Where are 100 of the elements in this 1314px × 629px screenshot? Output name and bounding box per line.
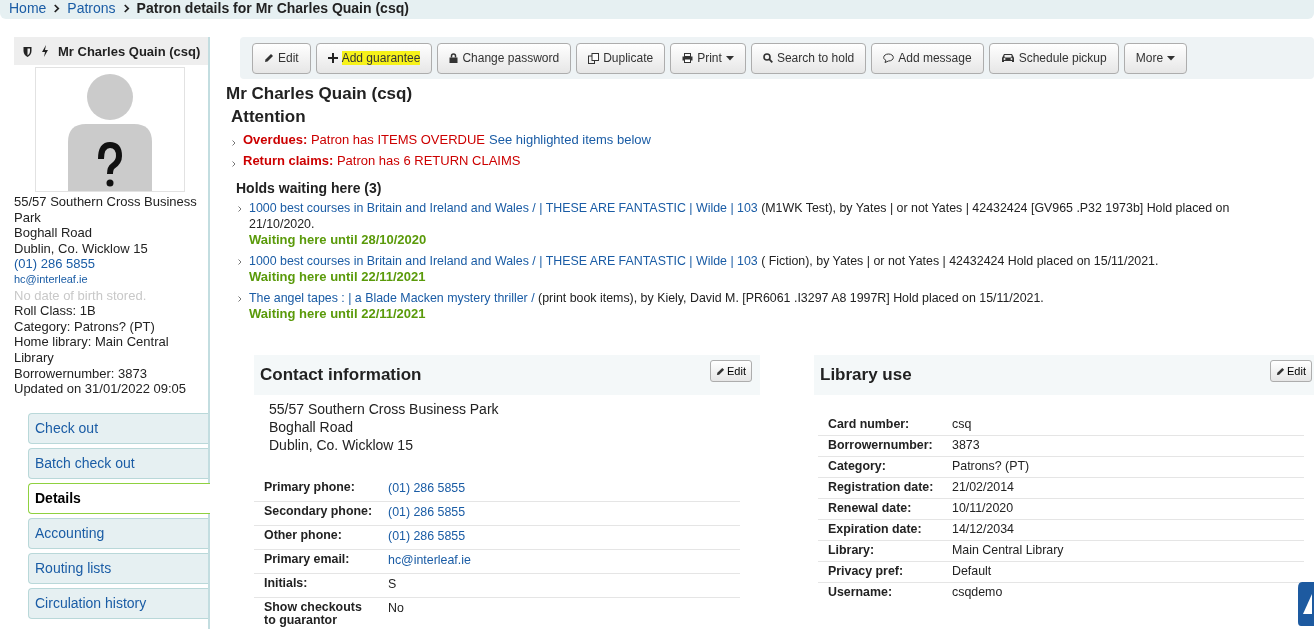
breadcrumb-link[interactable]: Patrons (67, 0, 116, 16)
field-value: 3873 (948, 435, 1304, 457)
hold-description: The angel tapes : | a Blade Macken mystery thriller / (print book items), by Kiely, David M. [PR6061 .I3297 A8 1997R] Hold placed on 15/11/2021. (249, 290, 1045, 306)
field-label: Privacy pref: (818, 561, 948, 583)
toolbar-button[interactable]: Duplicate (576, 42, 666, 74)
field-label: Borrowernumber: (818, 435, 948, 457)
waiting-status: Waiting here until 22/11/2021 (249, 306, 427, 322)
bullet-icon (238, 206, 242, 212)
toolbar-button[interactable]: Add guarantee (315, 42, 433, 74)
menu-tab[interactable]: Details (28, 482, 210, 514)
chevron-icon (53, 3, 61, 13)
field-label: Category: (818, 456, 948, 478)
bullet-icon (238, 296, 242, 302)
field-label: Secondary phone: (254, 501, 384, 526)
field-value: No (388, 601, 404, 615)
bullet-icon (232, 160, 236, 167)
waiting-status: Waiting here until 22/11/2021 (249, 269, 427, 285)
shield-icon (23, 45, 32, 57)
menu-tab[interactable]: Circulation history (28, 587, 208, 619)
edit-button[interactable]: Edit (710, 360, 752, 382)
alert-text: Overdues: Patron has ITEMS OVERDUE (243, 132, 486, 147)
field-label: Primary phone: (254, 478, 384, 502)
menu-tab[interactable]: Accounting (28, 517, 208, 549)
title-link[interactable]: 1000 best courses in Britain and Ireland and Wales / | THESE ARE FANTASTIC | Wilde | 103 (249, 201, 758, 215)
patron-detail: Roll Class: 1B (14, 303, 97, 319)
field-label: Card number: (818, 415, 948, 436)
toolbar-button[interactable]: Print (670, 42, 746, 74)
menu-tab[interactable]: Routing lists (28, 552, 208, 584)
menu-tab[interactable]: Batch check out (28, 447, 208, 479)
email-link[interactable]: hc@interleaf.ie (14, 271, 204, 288)
field-label: Other phone: (254, 525, 384, 550)
toolbar-button[interactable]: Add message (871, 42, 984, 74)
pencil-icon (1276, 366, 1286, 376)
phone-link[interactable]: (01) 286 5855 (14, 256, 204, 272)
address-line: 55/57 Southern Cross Business Park (269, 400, 500, 418)
field-label: Primary email: (254, 549, 384, 574)
field-link[interactable]: (01) 286 5855 (388, 481, 466, 495)
field-label: Show checkouts to guarantor (254, 597, 384, 629)
car-icon (1000, 53, 1015, 63)
hold-description: 1000 best courses in Britain and Ireland and Wales / | THESE ARE FANTASTIC | Wilde | 103 ( Fiction), by Yates | or not Yates | 42432424 Hold placed on 15/11/2021. (249, 253, 1160, 269)
breadcrumb-current: Patron details for Mr Charles Quain (csq) (136, 0, 409, 16)
printer-icon (682, 53, 694, 63)
breadcrumb-link[interactable]: Home (9, 0, 47, 16)
field-value: S (388, 577, 397, 591)
page-title: Mr Charles Quain (csq) (226, 84, 414, 104)
speech-bubble-icon (883, 53, 895, 63)
lightning-icon (41, 45, 49, 57)
title-link[interactable]: The angel tapes : | a Blade Macken mystery thriller / (249, 291, 535, 305)
toolbar-button[interactable]: Schedule pickup (988, 42, 1119, 74)
field-value: csq (948, 415, 1304, 436)
field-value: Patrons? (PT) (948, 456, 1304, 478)
lock-icon (449, 53, 459, 63)
field-link[interactable]: hc@interleaf.ie (388, 553, 471, 567)
address-line: Dublin, Co. Wicklow 15 (14, 240, 149, 257)
bullet-icon (238, 259, 242, 265)
field-label: Username: (818, 582, 948, 603)
address-line: 55/57 Southern Cross Business Park (14, 194, 198, 226)
field-link[interactable]: (01) 286 5855 (388, 505, 466, 519)
alert-text: Return claims: Patron has 6 RETURN CLAIMS (243, 153, 521, 168)
caret-icon (725, 55, 734, 61)
attention-heading: Attention (231, 107, 307, 127)
field-label: Initials: (254, 573, 384, 598)
alert-link[interactable]: See highlighted items below (489, 132, 651, 147)
field-label: Registration date: (818, 477, 948, 499)
field-value: 21/02/2014 (948, 477, 1304, 499)
search-icon (762, 53, 773, 63)
field-link[interactable]: (01) 286 5855 (388, 529, 466, 543)
pencil-icon (264, 53, 274, 63)
field-value: 14/12/2034 (948, 519, 1304, 541)
plus-icon (327, 53, 338, 63)
address-line: Boghall Road (14, 225, 94, 241)
patron-detail: Borrowernumber: 3873 (14, 365, 148, 382)
field-value: csqdemo (948, 582, 1304, 603)
hold-description: 1000 best courses in Britain and Ireland and Wales / | THESE ARE FANTASTIC | Wilde | 103 (M1WK Test), by Yates | or not Yates | 42432424 [GV965 .P32 1973b] Hold placed on 21/10/2020. (249, 200, 1231, 232)
waiting-status: Waiting here until 28/10/2020 (249, 232, 428, 248)
toolbar-button[interactable]: Change password (437, 42, 572, 74)
field-value: 10/11/2020 (948, 498, 1304, 520)
holds-heading: Holds waiting here (3) (236, 180, 383, 196)
toolbar-button[interactable]: Edit (252, 42, 311, 74)
panel-title: Library use (820, 365, 912, 385)
field-label: Library: (818, 540, 948, 562)
address-line: Dublin, Co. Wicklow 15 (269, 436, 414, 454)
field-label: Expiration date: (818, 519, 948, 541)
toolbar-button[interactable]: Search to hold (750, 42, 867, 74)
address-line: Boghall Road (269, 418, 355, 436)
chevron-icon (122, 3, 130, 13)
edit-button[interactable]: Edit (1270, 360, 1312, 382)
patron-detail: Home library: Main Central Library (14, 334, 170, 366)
menu-tab[interactable]: Check out (28, 412, 208, 444)
patron-detail: Category: Patrons? (PT) (14, 318, 156, 335)
patron-detail: Updated on 31/01/2022 09:05 (14, 381, 188, 397)
toolbar-button[interactable]: More (1123, 42, 1188, 74)
field-value: Main Central Library (948, 540, 1304, 562)
field-label: Renewal date: (818, 498, 948, 520)
title-link[interactable]: 1000 best courses in Britain and Ireland and Wales / | THESE ARE FANTASTIC | Wilde | 103 (249, 254, 758, 268)
logo-icon (1298, 580, 1314, 628)
bullet-icon (232, 139, 236, 146)
patron-name: Mr Charles Quain (csq) (58, 43, 201, 59)
copy-icon (588, 52, 600, 64)
pencil-icon (716, 366, 726, 376)
